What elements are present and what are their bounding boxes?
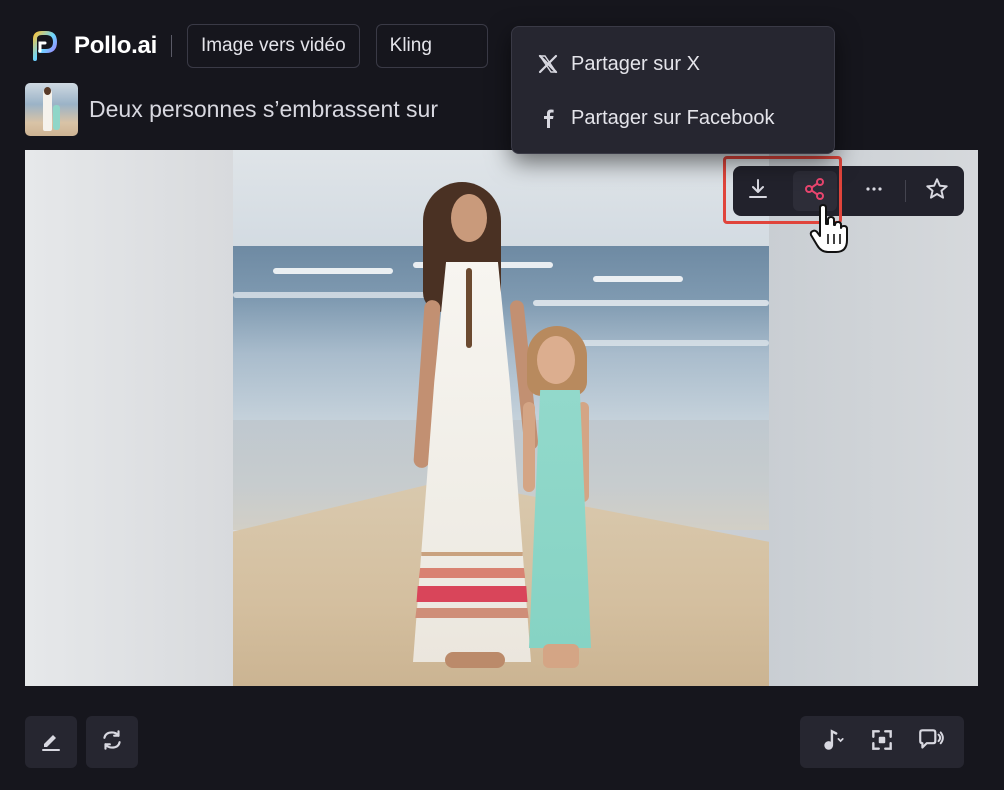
favorite-button[interactable] [912, 166, 962, 216]
share-on-facebook-label: Partager sur Facebook [571, 106, 775, 129]
bottom-right-toolbar [800, 716, 964, 768]
pointer-hand-cursor-icon [808, 204, 850, 256]
edit-button[interactable] [25, 716, 77, 768]
toolbar-divider [905, 180, 906, 202]
beach-photo [233, 150, 769, 686]
download-button[interactable] [733, 166, 783, 216]
lip-sync-button[interactable] [911, 722, 951, 762]
more-options-button[interactable] [849, 166, 899, 216]
brand-name[interactable]: Pollo.ai [74, 32, 157, 60]
x-logo-icon [536, 52, 560, 76]
upscale-button[interactable] [862, 722, 902, 762]
header: Pollo.ai Image vers vidéo Kling [25, 22, 488, 70]
share-icon [803, 177, 827, 206]
regenerate-button[interactable] [86, 716, 138, 768]
edit-icon [39, 728, 63, 757]
star-icon [924, 176, 950, 207]
music-note-icon [820, 727, 846, 758]
focus-frame-icon [869, 727, 895, 758]
prompt-text: Deux personnes s’embrassent sur [89, 95, 438, 122]
share-dropdown-menu: Partager sur X Partager sur Facebook [511, 26, 835, 154]
more-icon [862, 177, 886, 206]
download-icon [746, 177, 770, 206]
share-on-facebook-item[interactable]: Partager sur Facebook [512, 91, 834, 145]
prompt-row: Deux personnes s’embrassent sur [25, 82, 438, 136]
lip-sync-icon [917, 727, 945, 758]
source-image-thumbnail[interactable] [25, 82, 78, 136]
pollo-logo-icon[interactable] [25, 28, 61, 64]
regenerate-icon [99, 727, 125, 758]
add-music-button[interactable] [813, 722, 853, 762]
mode-chip[interactable]: Image vers vidéo [186, 24, 360, 68]
bottom-left-toolbar [25, 716, 138, 768]
share-on-x-label: Partager sur X [571, 52, 700, 75]
facebook-icon [536, 106, 560, 130]
model-chip[interactable]: Kling [375, 24, 488, 68]
share-on-x-item[interactable]: Partager sur X [512, 37, 834, 91]
header-divider [170, 35, 172, 57]
